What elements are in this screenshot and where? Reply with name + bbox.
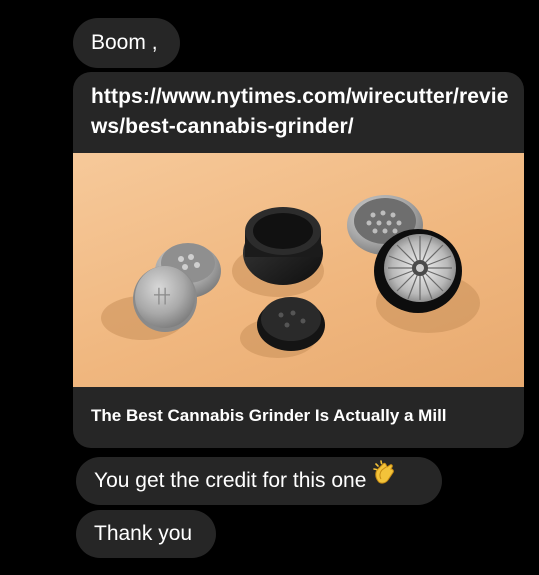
link-preview-card[interactable]: https://www.nytimes.com/wirecutter/revie…: [73, 72, 524, 448]
message-bubble-credit[interactable]: You get the credit for this one: [76, 457, 442, 505]
message-bubble-boom[interactable]: Boom ,: [73, 18, 180, 68]
link-url[interactable]: https://www.nytimes.com/wirecutter/revie…: [91, 82, 516, 142]
message-text: You get the credit for this one: [94, 469, 367, 492]
grinders-photo: 卄: [101, 195, 480, 358]
clapping-hands-icon: [372, 455, 398, 503]
message-text: Boom ,: [91, 31, 158, 54]
message-text: Thank you: [94, 522, 193, 545]
link-title: The Best Cannabis Grinder Is Actually a …: [91, 406, 447, 425]
message-bubble-thanks[interactable]: Thank you: [76, 510, 216, 558]
svg-text:卄: 卄: [153, 287, 171, 308]
link-preview-image[interactable]: 卄: [73, 153, 524, 387]
